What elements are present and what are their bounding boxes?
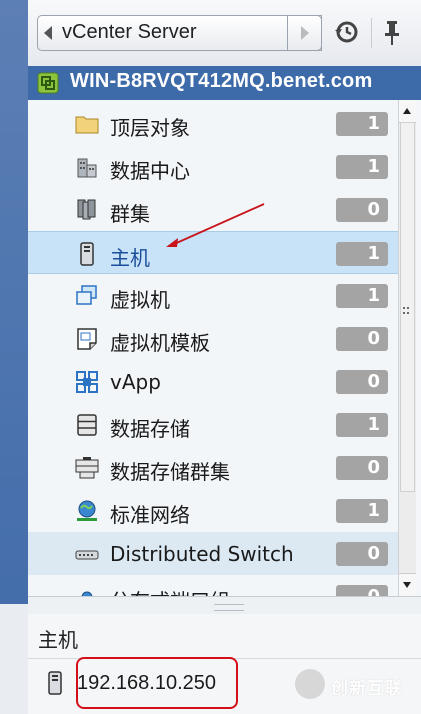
cluster-icon	[77, 199, 96, 220]
inventory-count-badge: 1	[336, 413, 388, 437]
watermark-logo-icon	[295, 669, 325, 699]
inventory-count-badge: 0	[336, 542, 388, 566]
detail-panel-title: 主机	[38, 628, 78, 652]
left-edge-strip	[0, 0, 28, 714]
inventory-count-badge: 1	[336, 155, 388, 179]
annotation-highlight-box	[76, 657, 238, 709]
inventory-row-label: 主机	[110, 246, 150, 270]
inventory-row-vm-templates[interactable]: 虚拟机模板 0	[28, 317, 398, 360]
navigation-bar: vCenter Server	[28, 0, 421, 67]
folder-icon	[75, 116, 99, 134]
port-group-icon	[81, 591, 93, 596]
inventory-row-datacenters[interactable]: 数据中心 1	[28, 145, 398, 188]
left-edge-lower	[0, 604, 28, 714]
inventory-row-label: 虚拟机	[110, 288, 170, 312]
distributed-switch-icon	[75, 550, 99, 560]
app-frame: vCenter Server WIN-B8RVQT412MQ.benet.com	[0, 0, 421, 714]
host-icon	[80, 242, 94, 266]
divider-grip-icon	[214, 604, 244, 611]
inventory-row-virtual-machines[interactable]: 虚拟机 1	[28, 274, 398, 317]
inventory-count-badge: 1	[336, 242, 388, 266]
host-icon	[48, 671, 62, 695]
vapp-icon	[76, 371, 98, 393]
inventory-row-label: 数据中心	[110, 159, 190, 183]
inventory-row-datastores[interactable]: 数据存储 1	[28, 403, 398, 446]
inventory-count-badge: 0	[336, 198, 388, 222]
inventory-list: 顶层对象 1 数据中心 1 群集 0 主机 1 虚拟机 1 虚拟机模板 0 vA…	[28, 100, 398, 596]
inventory-row-hosts[interactable]: 主机 1	[28, 231, 398, 274]
vcenter-server-icon	[37, 72, 59, 94]
back-arrow-icon	[44, 26, 52, 40]
back-button-label: vCenter Server	[62, 21, 197, 43]
network-icon	[77, 500, 97, 521]
toolbar-separator	[371, 18, 372, 48]
inventory-row-label: vApp	[110, 370, 161, 394]
inventory-row-label: 标准网络	[110, 503, 190, 527]
inventory-count-badge: 0	[336, 327, 388, 351]
forward-button[interactable]	[287, 15, 322, 51]
inventory-row-label: 数据存储群集	[110, 460, 230, 484]
inventory-row-standard-networks[interactable]: 标准网络 1	[28, 489, 398, 532]
vcenter-server-name: WIN-B8RVQT412MQ.benet.com	[70, 70, 373, 92]
inventory-count-badge: 0	[336, 585, 388, 596]
vm-icon	[76, 285, 97, 305]
inventory-count-badge: 1	[336, 499, 388, 523]
forward-arrow-icon	[301, 26, 309, 40]
inventory-row-label: Distributed Switch	[110, 542, 294, 566]
inventory-count-badge: 0	[336, 456, 388, 480]
watermark-text: 创新互联	[331, 679, 403, 699]
back-button[interactable]: vCenter Server	[37, 15, 322, 51]
inventory-count-badge: 1	[336, 112, 388, 136]
inventory-row-label: 顶层对象	[110, 116, 190, 140]
inventory-count-badge: 1	[336, 284, 388, 308]
inventory-row-datastore-clusters[interactable]: 数据存储群集 0	[28, 446, 398, 489]
inventory-count-badge: 0	[336, 370, 388, 394]
panel-divider[interactable]	[28, 596, 421, 615]
inventory-row-clusters[interactable]: 群集 0	[28, 188, 398, 231]
inventory-row-top-level-objects[interactable]: 顶层对象 1	[28, 102, 398, 145]
inventory-row-distributed-switches[interactable]: Distributed Switch 0	[28, 532, 398, 575]
vm-template-icon	[77, 328, 97, 350]
vcenter-server-header[interactable]: WIN-B8RVQT412MQ.benet.com	[28, 66, 421, 100]
inventory-row-vapps[interactable]: vApp 0	[28, 360, 398, 403]
history-icon[interactable]	[334, 20, 358, 44]
pin-icon[interactable]	[382, 20, 402, 46]
inventory-row-label: 虚拟机模板	[110, 331, 210, 355]
inventory-scrollbar[interactable]	[398, 100, 416, 596]
splitter-grip-icon[interactable]	[403, 305, 409, 317]
datastore-cluster-icon	[75, 457, 99, 479]
inventory-row-label: 分布式端口组	[110, 585, 230, 596]
inventory-row-port-groups[interactable]: 分布式端口组 0	[28, 575, 398, 596]
inventory-row-label: 数据存储	[110, 417, 190, 441]
datastore-icon	[77, 414, 97, 436]
inventory-row-label: 群集	[110, 202, 150, 226]
datacenter-icon	[77, 158, 97, 178]
scroll-down-button[interactable]	[399, 573, 416, 596]
watermark-logo: 创新互联	[295, 669, 421, 703]
scroll-up-button[interactable]	[399, 100, 416, 123]
